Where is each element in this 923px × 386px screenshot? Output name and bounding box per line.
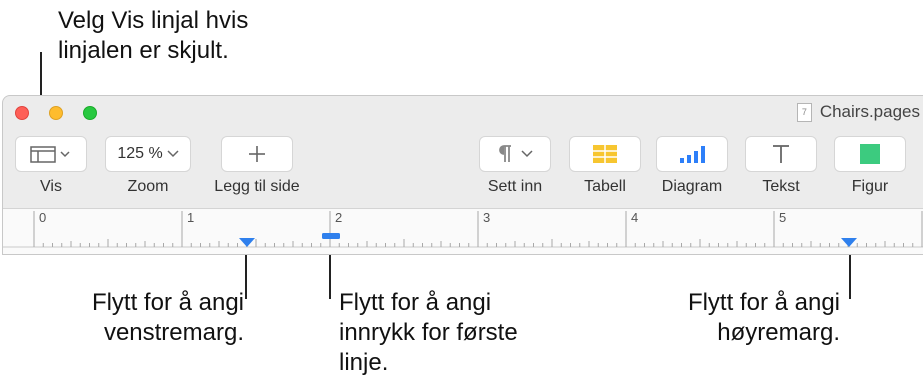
chart-button[interactable] (656, 136, 728, 172)
callout-right-margin: Flytt for å angi høyremarg. (687, 289, 840, 346)
ruler-number: 0 (39, 210, 46, 225)
text-label: Tekst (762, 178, 800, 195)
ruler-number: 3 (483, 210, 490, 225)
leader-line-right-margin (849, 251, 851, 299)
close-button[interactable] (15, 106, 29, 120)
text-button[interactable] (745, 136, 817, 172)
add-page-label: Legg til side (214, 178, 300, 195)
minimize-button[interactable] (49, 106, 63, 120)
callout-left-margin: Flytt for å angi venstremarg. (91, 289, 244, 346)
ruler-number: 4 (631, 210, 638, 225)
document-icon: 7 (796, 102, 812, 122)
left-margin-marker[interactable] (239, 238, 255, 247)
shape-square-icon (860, 144, 880, 164)
shape-button[interactable] (834, 136, 906, 172)
chart-label: Diagram (661, 178, 723, 195)
chevron-down-icon (167, 150, 179, 158)
chevron-down-icon (521, 150, 533, 158)
window-title: 7 Chairs.pages (796, 102, 920, 122)
insert-label: Sett inn (487, 178, 543, 195)
ruler-scale: 0 1 2 3 4 5 (3, 210, 923, 248)
ruler[interactable]: 0 1 2 3 4 5 (3, 208, 923, 254)
document-name: Chairs.pages (819, 102, 920, 121)
pages-window: 7 Chairs.pages Vis 125 % Zoom Legg til s… (2, 95, 923, 255)
add-page-button[interactable] (221, 136, 293, 172)
sidebar-view-icon (30, 146, 70, 163)
text-icon (773, 145, 789, 163)
table-icon (593, 145, 617, 163)
bar-chart-icon (680, 146, 705, 163)
ruler-number: 5 (779, 210, 786, 225)
shape-label: Figur (851, 178, 889, 195)
zoom-label: Zoom (127, 178, 169, 195)
callout-show-ruler: Velg Vis linjal hvis linjalen er skjult. (58, 7, 249, 64)
callout-first-line-indent: Flytt for å angi innrykk for første linj… (339, 289, 518, 376)
leader-line-left-margin (245, 251, 247, 299)
zoom-window-button[interactable] (83, 106, 97, 120)
right-margin-marker[interactable] (841, 238, 857, 247)
table-label: Tabell (584, 178, 626, 195)
view-label: Vis (40, 178, 62, 195)
zoom-value: 125 % (117, 145, 163, 162)
pilcrow-icon (499, 145, 511, 162)
ruler-number: 1 (187, 210, 194, 225)
insert-button[interactable] (479, 136, 551, 172)
table-button[interactable] (569, 136, 641, 172)
view-button[interactable] (15, 136, 87, 172)
plus-icon (249, 146, 265, 162)
zoom-menu[interactable]: 125 % (105, 136, 191, 172)
first-line-indent-marker[interactable] (322, 233, 340, 239)
ruler-number: 2 (335, 210, 342, 225)
